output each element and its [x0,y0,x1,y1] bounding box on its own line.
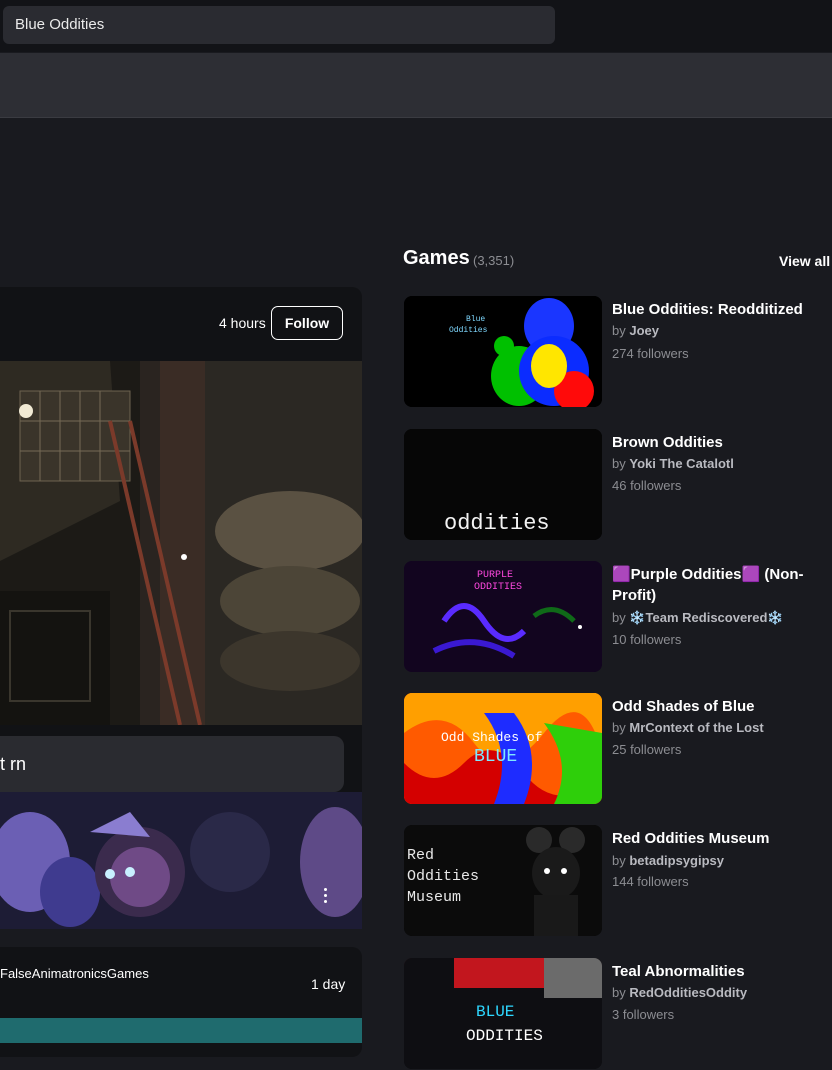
post-timestamp: 1 day [311,976,346,992]
game-followers: 144 followers [612,874,689,889]
game-card[interactable]: Odd Shades of BLUE Odd Shades of Blue by… [404,693,832,805]
svg-text:ODDITIES: ODDITIES [474,582,522,593]
svg-text:BLUE: BLUE [474,747,517,767]
game-followers: 46 followers [612,478,682,493]
game-author: by RedOdditiesOddity [612,985,748,1000]
game-author-name[interactable]: ❄️Team Rediscovered❄️ [629,610,783,625]
post-preview-strip[interactable] [0,1018,362,1043]
post-author[interactable]: FalseAnimatronicsGames [0,966,149,981]
game-author-name[interactable]: RedOdditiesOddity [629,985,747,1000]
game-thumbnail[interactable]: PURPLE ODDITIES [404,561,602,672]
game-author: by MrContext of the Lost [612,720,764,735]
game-title[interactable]: Red Oddities Museum [612,828,832,849]
thumbnail-text: PURPLE [477,570,513,581]
post-timestamp: 4 hours [219,315,266,331]
game-title[interactable]: 🟪Purple Oddities🟪 (Non-Profit) [612,564,832,606]
post-caption: t rn [0,754,27,774]
view-all-link[interactable]: View all [779,253,830,269]
game-author-name[interactable]: betadipsygipsy [629,853,724,868]
svg-text:ODDITIES: ODDITIES [466,1027,543,1045]
svg-text:Museum: Museum [407,889,461,906]
thumbnail-text: Odd Shades of [441,730,542,745]
more-options-icon[interactable] [320,886,330,906]
game-title[interactable]: Odd Shades of Blue [612,696,832,717]
game-thumbnail[interactable]: Red Oddities Museum [404,825,602,936]
game-card[interactable]: Blue Oddities Blue Oddities: Reodditized… [404,296,832,408]
game-followers: 25 followers [612,742,682,757]
secondary-bar [0,53,832,118]
games-count: (3,351) [473,253,515,268]
games-heading: Games [403,247,470,269]
game-followers: 3 followers [612,1007,675,1022]
game-author: by ❄️Team Rediscovered❄️ [612,610,784,625]
thumbnail-text: BLUE [476,1003,514,1021]
post-caption-box[interactable]: t rn [0,736,344,792]
game-followers: 10 followers [612,632,682,647]
thumbnail-text: Blue [466,315,485,324]
game-card[interactable]: Red Oddities Museum Red Oddities Museum … [404,825,832,937]
game-card[interactable]: oddities Brown Oddities by Yoki The Cata… [404,429,832,541]
svg-text:Oddities: Oddities [449,326,488,335]
game-title[interactable]: Brown Oddities [612,432,832,453]
game-thumbnail[interactable]: BLUE ODDITIES [404,958,602,1069]
game-followers: 274 followers [612,346,689,361]
post-image[interactable] [0,361,362,725]
game-author-name[interactable]: MrContext of the Lost [629,720,763,735]
game-author: by Yoki The Catalotl [612,456,734,471]
game-author-name[interactable]: Yoki The Catalotl [629,456,734,471]
game-title[interactable]: Blue Oddities: Reodditized [612,299,832,320]
game-card[interactable]: PURPLE ODDITIES 🟪Purple Oddities🟪 (Non-P… [404,561,832,673]
game-title[interactable]: Teal Abnormalities [612,961,832,982]
game-thumbnail[interactable]: Blue Oddities [404,296,602,407]
game-card[interactable]: BLUE ODDITIES Teal Abnormalities by RedO… [404,958,832,1070]
game-author: by Joey [612,323,659,338]
game-thumbnail[interactable]: Odd Shades of BLUE [404,693,602,804]
svg-text:Oddities: Oddities [407,868,479,885]
post-artwork[interactable] [0,792,362,929]
game-thumbnail[interactable]: oddities [404,429,602,540]
follow-button[interactable]: Follow [271,306,343,340]
game-author: by betadipsygipsy [612,853,724,868]
thumbnail-text: oddities [444,511,550,536]
game-author-name[interactable]: Joey [629,323,659,338]
search-input[interactable]: Blue Oddities [3,6,555,44]
thumbnail-text: Red [407,847,434,864]
